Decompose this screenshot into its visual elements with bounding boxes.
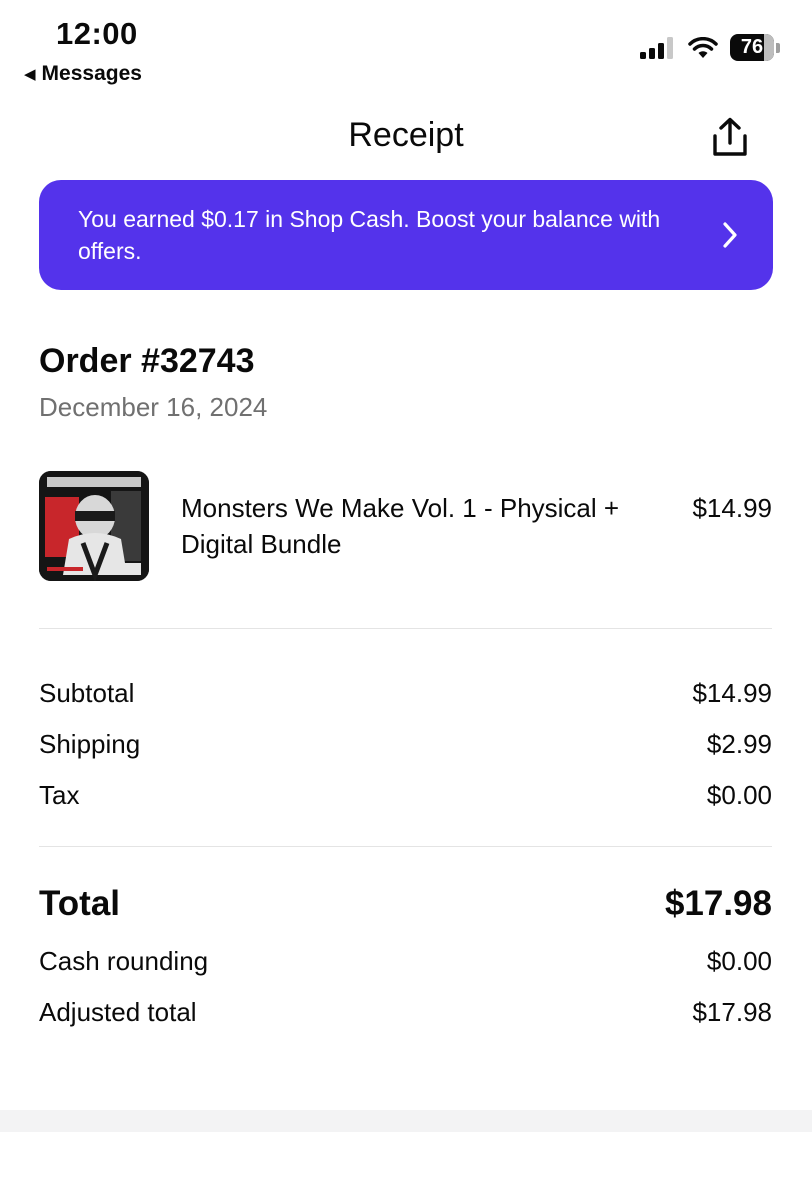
shipping-value: $2.99 (706, 729, 772, 759)
status-indicators: 76 (640, 34, 780, 61)
order-number: Order #32743 (39, 342, 255, 380)
share-button[interactable] (708, 116, 752, 160)
page-title: Receipt (348, 116, 464, 154)
wifi-icon (688, 36, 718, 58)
adjusted-total-row: Adjusted total $17.98 (39, 997, 772, 1028)
divider (39, 846, 772, 847)
share-upload-icon (713, 117, 747, 156)
battery-level: 76 (740, 36, 764, 58)
subtotal-value: $14.99 (692, 678, 772, 708)
total-value: $17.98 (664, 884, 772, 923)
receipt-screen: 12:00 ◀ Messages 76 Receipt You earned $… (0, 0, 812, 1200)
back-triangle-icon: ◀ (24, 66, 36, 83)
back-to-messages-button[interactable]: ◀ Messages (24, 62, 142, 86)
order-date: December 16, 2024 (39, 392, 268, 422)
total-row: Total $17.98 (39, 884, 772, 924)
shop-cash-text: You earned $0.17 in Shop Cash. Boost you… (78, 206, 661, 264)
tax-value: $0.00 (706, 780, 772, 810)
chevron-right-icon (723, 222, 737, 248)
total-label: Total (39, 884, 121, 923)
adjusted-total-value: $17.98 (692, 997, 772, 1027)
tax-label: Tax (39, 780, 80, 810)
shop-cash-banner[interactable]: You earned $0.17 in Shop Cash. Boost you… (39, 180, 773, 290)
shipping-row: Shipping $2.99 (39, 729, 772, 760)
divider (39, 628, 772, 629)
tax-row: Tax $0.00 (39, 780, 772, 811)
cash-rounding-row: Cash rounding $0.00 (39, 946, 772, 977)
item-price: $14.99 (692, 493, 772, 523)
cellular-signal-icon (640, 36, 673, 59)
back-label: Messages (41, 62, 142, 85)
album-cover-image[interactable] (39, 471, 149, 581)
item-name: Monsters We Make Vol. 1 - Physical + Dig… (181, 493, 620, 559)
battery-icon: 76 (730, 34, 780, 61)
shipping-label: Shipping (39, 729, 141, 759)
subtotal-label: Subtotal (39, 678, 135, 708)
cash-rounding-value: $0.00 (706, 946, 772, 976)
adjusted-total-label: Adjusted total (39, 997, 197, 1027)
album-art (39, 471, 149, 581)
subtotal-row: Subtotal $14.99 (39, 678, 772, 709)
cash-rounding-label: Cash rounding (39, 946, 209, 976)
status-time: 12:00 (56, 16, 138, 51)
section-separator (0, 1110, 812, 1132)
